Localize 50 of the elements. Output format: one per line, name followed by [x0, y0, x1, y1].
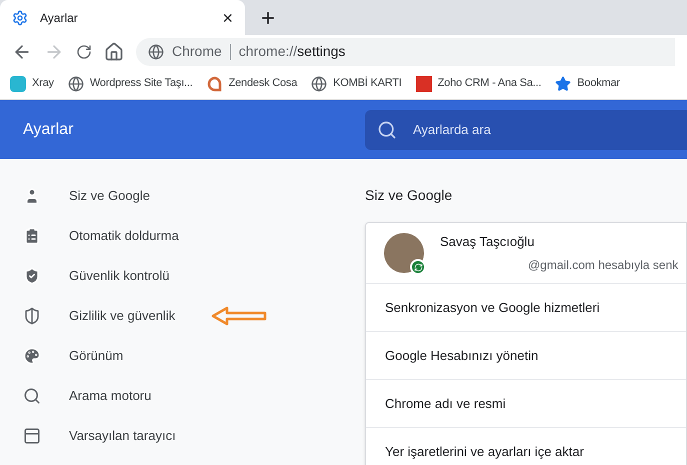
account-email: @gmail.com hesabıyla senk	[527, 256, 678, 274]
new-tab-button[interactable]: +	[261, 7, 276, 31]
sidebar-item[interactable]: Gizlilik ve güvenlik	[69, 306, 176, 326]
settings-row[interactable]: Senkronizasyon ve Google hizmetleri	[366, 284, 686, 332]
bookmark-link[interactable]: Zoho CRM - Ana Sa...	[438, 75, 542, 92]
clipboard-icon	[23, 227, 41, 245]
browser-tab[interactable]: Ayarlar ×	[0, 0, 245, 35]
section-title: Siz ve Google	[365, 186, 454, 205]
bookmark-link[interactable]: Xray	[32, 75, 54, 92]
search-field[interactable]: Ayarlarda ara	[365, 110, 687, 150]
settings-row[interactable]: Chrome adı ve resmi	[366, 380, 686, 428]
bookmark-link[interactable]: KOMBİ KARTI	[333, 75, 402, 92]
page-title: Ayarlar	[22, 120, 74, 140]
bookmark-link[interactable]: Bookmar	[577, 75, 620, 92]
sidebar-item[interactable]: Arama motoru	[69, 386, 152, 406]
letter-tile-icon	[416, 76, 432, 92]
sidebar-item[interactable]: Güvenlik kontrolü	[69, 266, 170, 286]
globe-icon	[68, 76, 84, 92]
palette-icon	[23, 347, 41, 365]
sidebar-item[interactable]: Siz ve Google	[69, 186, 150, 206]
star-icon	[555, 76, 572, 92]
gear-icon	[12, 10, 28, 26]
app-icon	[10, 76, 26, 92]
settings-row[interactable]: Google Hesabınızı yönetin	[366, 332, 686, 380]
bookmark-link[interactable]: Wordpress Site Taşı...	[90, 75, 193, 92]
close-button[interactable]: ×	[222, 8, 233, 26]
tab-title: Ayarlar	[40, 10, 79, 26]
search-icon	[23, 387, 41, 405]
search-icon	[377, 120, 397, 140]
sidebar-item[interactable]: Otomatik doldurma	[69, 226, 179, 246]
person-icon	[23, 187, 41, 205]
site-info-icon	[148, 44, 164, 60]
browser-window-icon	[23, 427, 41, 445]
site-label: Chrome	[172, 42, 222, 61]
sync-badge	[410, 259, 426, 275]
chat-bubble-icon	[206, 76, 223, 92]
shield-icon	[23, 307, 41, 325]
settings-row[interactable]: Yer işaretlerini ve ayarları içe aktar	[366, 428, 686, 465]
account-name: Savaş Taşcıoğlu	[440, 233, 536, 252]
reload-icon[interactable]	[76, 44, 92, 60]
globe-icon	[311, 76, 328, 92]
sidebar-item[interactable]: Varsayılan tarayıcı	[69, 426, 176, 446]
home-icon[interactable]	[104, 42, 124, 62]
bookmark-link[interactable]: Zendesk Cosa	[228, 75, 298, 92]
avatar	[384, 233, 424, 273]
sidebar-item[interactable]: Görünüm	[69, 346, 124, 366]
url-text: chrome://settings	[238, 42, 346, 61]
address-bar[interactable]: Chrome chrome://settings	[136, 38, 675, 66]
shield-check-icon	[23, 267, 41, 285]
search-input[interactable]: Ayarlarda ara	[413, 120, 675, 140]
